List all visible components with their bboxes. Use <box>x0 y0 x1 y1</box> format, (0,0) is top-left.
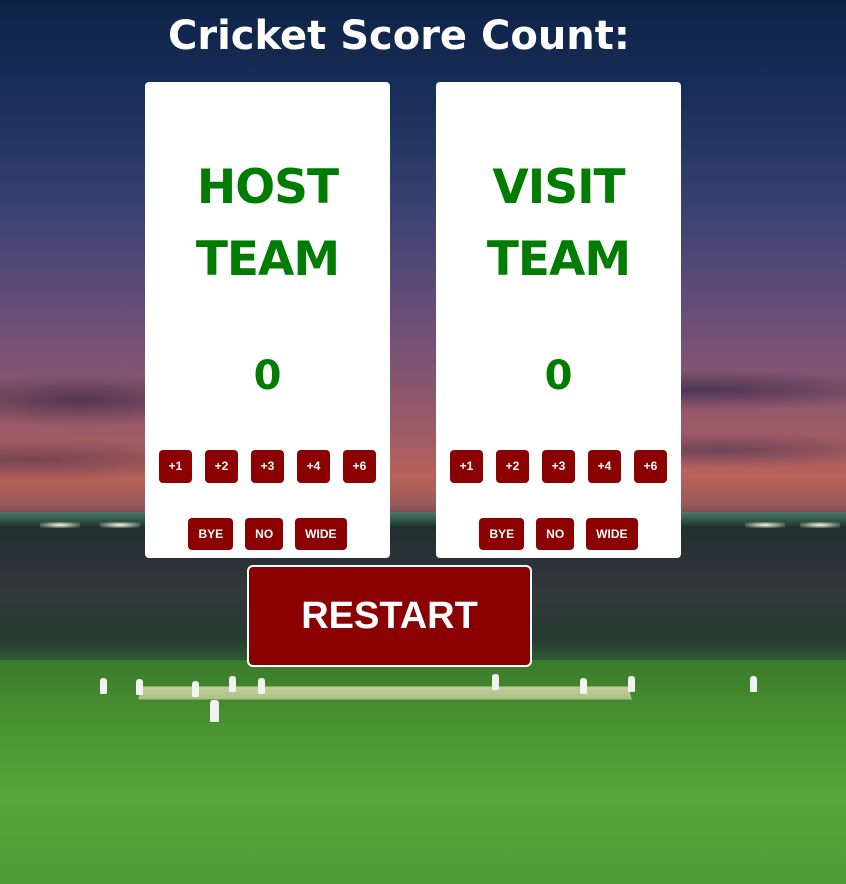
visit-no-ball-button[interactable]: NO <box>536 518 575 550</box>
player <box>192 681 199 697</box>
visit-extra-buttons: BYE NO WIDE <box>436 518 681 550</box>
host-plus-3-button[interactable]: +3 <box>251 450 284 483</box>
host-wide-button[interactable]: WIDE <box>295 518 347 550</box>
team-name-line: HOST <box>196 160 339 215</box>
host-bye-button[interactable]: BYE <box>188 518 234 550</box>
visit-plus-3-button[interactable]: +3 <box>542 450 575 483</box>
visit-plus-2-button[interactable]: +2 <box>496 450 529 483</box>
team-name-line: VISIT <box>492 160 625 215</box>
player <box>258 678 265 694</box>
cricket-pitch <box>138 686 632 700</box>
player <box>210 700 219 722</box>
visit-plus-6-button[interactable]: +6 <box>634 450 667 483</box>
host-plus-4-button[interactable]: +4 <box>297 450 330 483</box>
player <box>628 676 635 692</box>
team-name-line: TEAM <box>486 232 631 287</box>
player <box>492 674 499 690</box>
host-team-score: 0 <box>253 353 282 399</box>
host-plus-2-button[interactable]: +2 <box>205 450 238 483</box>
player <box>580 678 587 694</box>
host-plus-6-button[interactable]: +6 <box>343 450 376 483</box>
visit-team-name: VISIT TEAM <box>436 152 681 296</box>
host-no-ball-button[interactable]: NO <box>245 518 284 550</box>
host-team-name: HOST TEAM <box>145 152 390 296</box>
player <box>750 676 757 692</box>
sunset-clouds <box>0 330 846 480</box>
host-run-buttons: +1 +2 +3 +4 +6 <box>145 450 390 483</box>
player <box>100 678 107 694</box>
visit-team-score: 0 <box>544 353 573 399</box>
host-plus-1-button[interactable]: +1 <box>159 450 192 483</box>
page-title: Cricket Score Count: <box>168 13 630 59</box>
floodlight <box>800 522 840 528</box>
visit-plus-4-button[interactable]: +4 <box>588 450 621 483</box>
host-extra-buttons: BYE NO WIDE <box>145 518 390 550</box>
floodlight <box>100 522 140 528</box>
restart-button[interactable]: RESTART <box>247 565 532 667</box>
visit-plus-1-button[interactable]: +1 <box>450 450 483 483</box>
player <box>136 679 143 695</box>
visit-team-card: VISIT TEAM 0 +1 +2 +3 +4 +6 BYE NO WIDE <box>436 82 681 558</box>
stadium-background <box>0 0 846 884</box>
visit-wide-button[interactable]: WIDE <box>586 518 638 550</box>
host-team-card: HOST TEAM 0 +1 +2 +3 +4 +6 BYE NO WIDE <box>145 82 390 558</box>
team-name-line: TEAM <box>195 232 340 287</box>
floodlight <box>745 522 785 528</box>
player <box>229 676 236 692</box>
visit-run-buttons: +1 +2 +3 +4 +6 <box>436 450 681 483</box>
floodlight <box>40 522 80 528</box>
visit-bye-button[interactable]: BYE <box>479 518 525 550</box>
